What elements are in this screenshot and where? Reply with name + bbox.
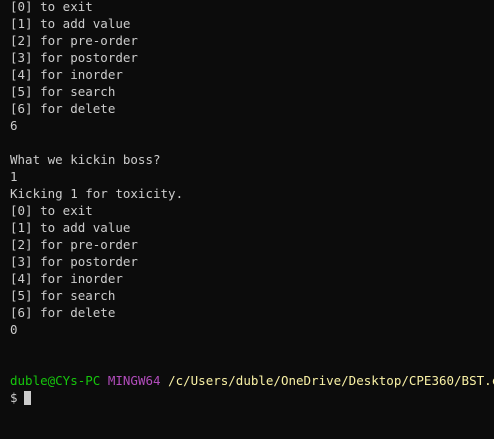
- text-cursor[interactable]: [23, 391, 31, 405]
- prompt-user-host: duble@CYs-PC: [10, 373, 101, 388]
- output-line: [6] for delete: [10, 101, 116, 116]
- output-line: [0] to exit: [10, 0, 93, 14]
- output-line: What we kickin boss?: [10, 152, 161, 167]
- command-input-line[interactable]: $: [10, 389, 31, 406]
- output-line: [0] to exit: [10, 203, 93, 218]
- prompt-line: duble@CYs-PC MINGW64 /c/Users/duble/OneD…: [10, 372, 494, 389]
- output-line: [5] for search: [10, 288, 116, 303]
- output-line: Kicking 1 for toxicity.: [10, 186, 184, 201]
- output-line: [3] for postorder: [10, 254, 138, 269]
- prompt-system: MINGW64: [107, 373, 161, 388]
- output-line: [4] for inorder: [10, 67, 123, 82]
- output-line: [6] for delete: [10, 305, 116, 320]
- terminal-window[interactable]: [0] to exit [1] to add value [2] for pre…: [0, 0, 494, 439]
- output-line: 1: [10, 169, 18, 184]
- output-line: [1] to add value: [10, 16, 131, 31]
- prompt-symbol: $: [10, 390, 18, 405]
- output-line: [1] to add value: [10, 220, 131, 235]
- output-line: 0: [10, 322, 18, 337]
- output-line: [5] for search: [10, 84, 116, 99]
- prompt-path: /c/Users/duble/OneDrive/Desktop/CPE360/B…: [168, 373, 494, 388]
- output-line: [4] for inorder: [10, 271, 123, 286]
- output-line: [3] for postorder: [10, 50, 138, 65]
- output-line: 6: [10, 118, 18, 133]
- output-line: [2] for pre-order: [10, 237, 138, 252]
- output-line: [2] for pre-order: [10, 33, 138, 48]
